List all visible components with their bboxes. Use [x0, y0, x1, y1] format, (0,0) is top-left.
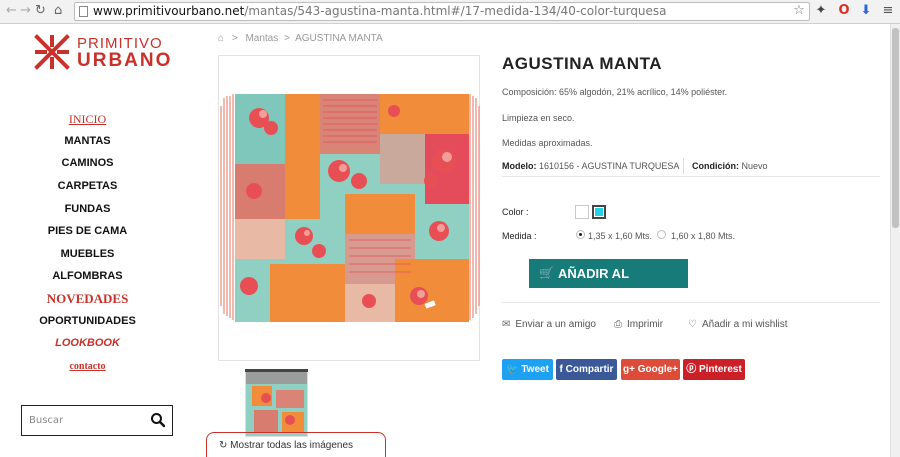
menu-item-alfombras[interactable]: ALFOMBRAS: [0, 270, 175, 282]
size-label: Medida :: [502, 231, 537, 241]
wishlist-link[interactable]: ♡ Añadir a mi wishlist: [688, 319, 788, 330]
menu-item-mantas[interactable]: MANTAS: [0, 135, 175, 147]
google-plus-icon: g+: [622, 364, 635, 375]
breadcrumb: ⌂ > Mantas > AGUSTINA MANTA: [218, 33, 383, 44]
twitter-icon: 🐦: [506, 364, 519, 375]
browser-toolbar: ← → ↻ ⌂ www.primitivourbano.net/mantas/5…: [0, 0, 900, 24]
pinterest-button[interactable]: ⓟ Pinterest: [683, 359, 745, 380]
print-label: Imprimir: [627, 319, 664, 330]
refresh-icon: ↻: [219, 440, 228, 451]
search-input[interactable]: Buscar: [21, 405, 173, 436]
product-measures-note: Medidas aproximadas.: [502, 138, 593, 148]
home-icon[interactable]: ⌂: [218, 33, 224, 44]
print-link[interactable]: ⎙ Imprimir: [614, 319, 663, 330]
menu-item-pies-de-cama[interactable]: PIES DE CAMA: [0, 225, 175, 237]
breadcrumb-link-mantas[interactable]: Mantas: [245, 33, 278, 44]
download-extension-icon[interactable]: ⬇: [858, 3, 874, 19]
url-path: /mantas/543-agustina-manta.html#/17-medi…: [244, 4, 667, 18]
thumbnail-image: [246, 370, 307, 436]
model-value: 1610156 - AGUSTINA TURQUESA: [539, 161, 680, 171]
divider: [502, 302, 880, 303]
shopping-cart-icon: 🛒: [539, 266, 554, 280]
send-to-friend-link[interactable]: ✉ Enviar a un amigo: [502, 319, 596, 330]
bookmark-star-icon[interactable]: ☆: [791, 3, 807, 19]
size-option-1[interactable]: 1,35 x 1,60 Mts.: [588, 231, 652, 241]
reload-icon[interactable]: ↻: [35, 3, 46, 18]
breadcrumb-current: AGUSTINA MANTA: [295, 33, 383, 44]
heart-icon: ♡: [688, 319, 697, 330]
product-composition: Composición: 65% algodón, 21% acrílico, …: [502, 87, 728, 97]
menu-item-inicio[interactable]: INICIO: [0, 112, 175, 127]
forward-arrow-icon[interactable]: →: [20, 3, 31, 18]
url-host: www.primitivourbano.net: [93, 4, 245, 18]
facebook-icon: f: [559, 364, 563, 375]
menu-item-lookbook[interactable]: LOOKBOOK: [0, 337, 175, 349]
logo-mark-icon: [34, 34, 70, 70]
opera-extension-icon[interactable]: O: [836, 3, 852, 19]
breadcrumb-separator: >: [284, 33, 290, 44]
address-bar[interactable]: www.primitivourbano.net/mantas/543-agust…: [74, 2, 810, 21]
wishlist-label: Añadir a mi wishlist: [701, 319, 788, 330]
search-placeholder: Buscar: [29, 415, 64, 426]
menu-item-novedades[interactable]: NOVEDADES: [0, 291, 175, 307]
tweet-label: Tweet: [521, 364, 549, 375]
extension-icon[interactable]: ✦: [813, 3, 829, 19]
color-swatch-white[interactable]: [575, 205, 589, 219]
tweet-button[interactable]: 🐦 Tweet: [502, 359, 553, 380]
search-icon[interactable]: [150, 412, 166, 428]
home-icon[interactable]: ⌂: [54, 3, 62, 18]
menu-item-fundas[interactable]: FUNDAS: [0, 203, 175, 215]
menu-item-oportunidades[interactable]: OPORTUNIDADES: [0, 315, 175, 327]
menu-icon[interactable]: ≡: [880, 3, 896, 19]
menu-item-caminos[interactable]: CAMINOS: [0, 157, 175, 169]
back-arrow-icon[interactable]: ←: [6, 3, 17, 18]
condition-label: Condición:: [692, 161, 739, 171]
thumbnail-selected-indicator: [245, 369, 308, 372]
menu-item-carpetas[interactable]: CARPETAS: [0, 180, 175, 192]
facebook-share-button[interactable]: f Compartir: [556, 359, 617, 380]
size-radio-1[interactable]: [576, 230, 585, 239]
google-plus-button[interactable]: g+ Google+: [621, 359, 680, 380]
breadcrumb-separator: >: [231, 33, 238, 44]
facebook-label: Compartir: [565, 364, 614, 375]
product-cleaning: Limpieza en seco.: [502, 113, 575, 123]
page-scrollbar[interactable]: [890, 24, 900, 457]
product-image-frame[interactable]: [218, 55, 480, 361]
size-option-2[interactable]: 1,60 x 1,80 Mts.: [671, 231, 735, 241]
swatch-fill: [595, 208, 603, 216]
pinterest-icon: ⓟ: [686, 364, 697, 375]
add-to-cart-label: AÑADIR AL CARRITO: [558, 266, 629, 310]
site-logo[interactable]: PRIMITIVO URBANO: [33, 33, 170, 73]
scrollbar-thumb[interactable]: [892, 28, 899, 228]
send-to-friend-label: Enviar a un amigo: [515, 319, 596, 330]
condition-value: Nuevo: [741, 161, 768, 171]
logo-line2: URBANO: [77, 50, 173, 71]
model-label: Modelo:: [502, 161, 537, 171]
menu-item-contacto[interactable]: contacto: [0, 361, 175, 372]
product-condition: Condición: Nuevo: [692, 161, 768, 171]
color-label: Color :: [502, 207, 529, 217]
google-plus-label: Google+: [637, 364, 679, 375]
page-icon: [79, 6, 88, 17]
product-title: AGUSTINA MANTA: [502, 54, 662, 73]
product-image-blanket: [220, 94, 480, 322]
size-radio-2[interactable]: [657, 230, 666, 239]
show-all-images-button[interactable]: ↻ Mostrar todas las imágenes: [206, 432, 386, 457]
show-all-images-label: Mostrar todas las imágenes: [230, 440, 354, 451]
printer-icon: ⎙: [614, 319, 622, 330]
menu-item-muebles[interactable]: MUEBLES: [0, 248, 175, 260]
color-swatch-turquesa[interactable]: [592, 205, 606, 219]
pinterest-label: Pinterest: [698, 364, 742, 375]
envelope-icon: ✉: [502, 319, 511, 330]
divider: [502, 176, 880, 177]
add-to-cart-button[interactable]: 🛒 AÑADIR AL CARRITO: [529, 259, 688, 310]
product-model: Modelo: 1610156 - AGUSTINA TURQUESA: [502, 161, 679, 171]
product-thumbnail[interactable]: [245, 369, 308, 437]
divider: [683, 158, 684, 174]
